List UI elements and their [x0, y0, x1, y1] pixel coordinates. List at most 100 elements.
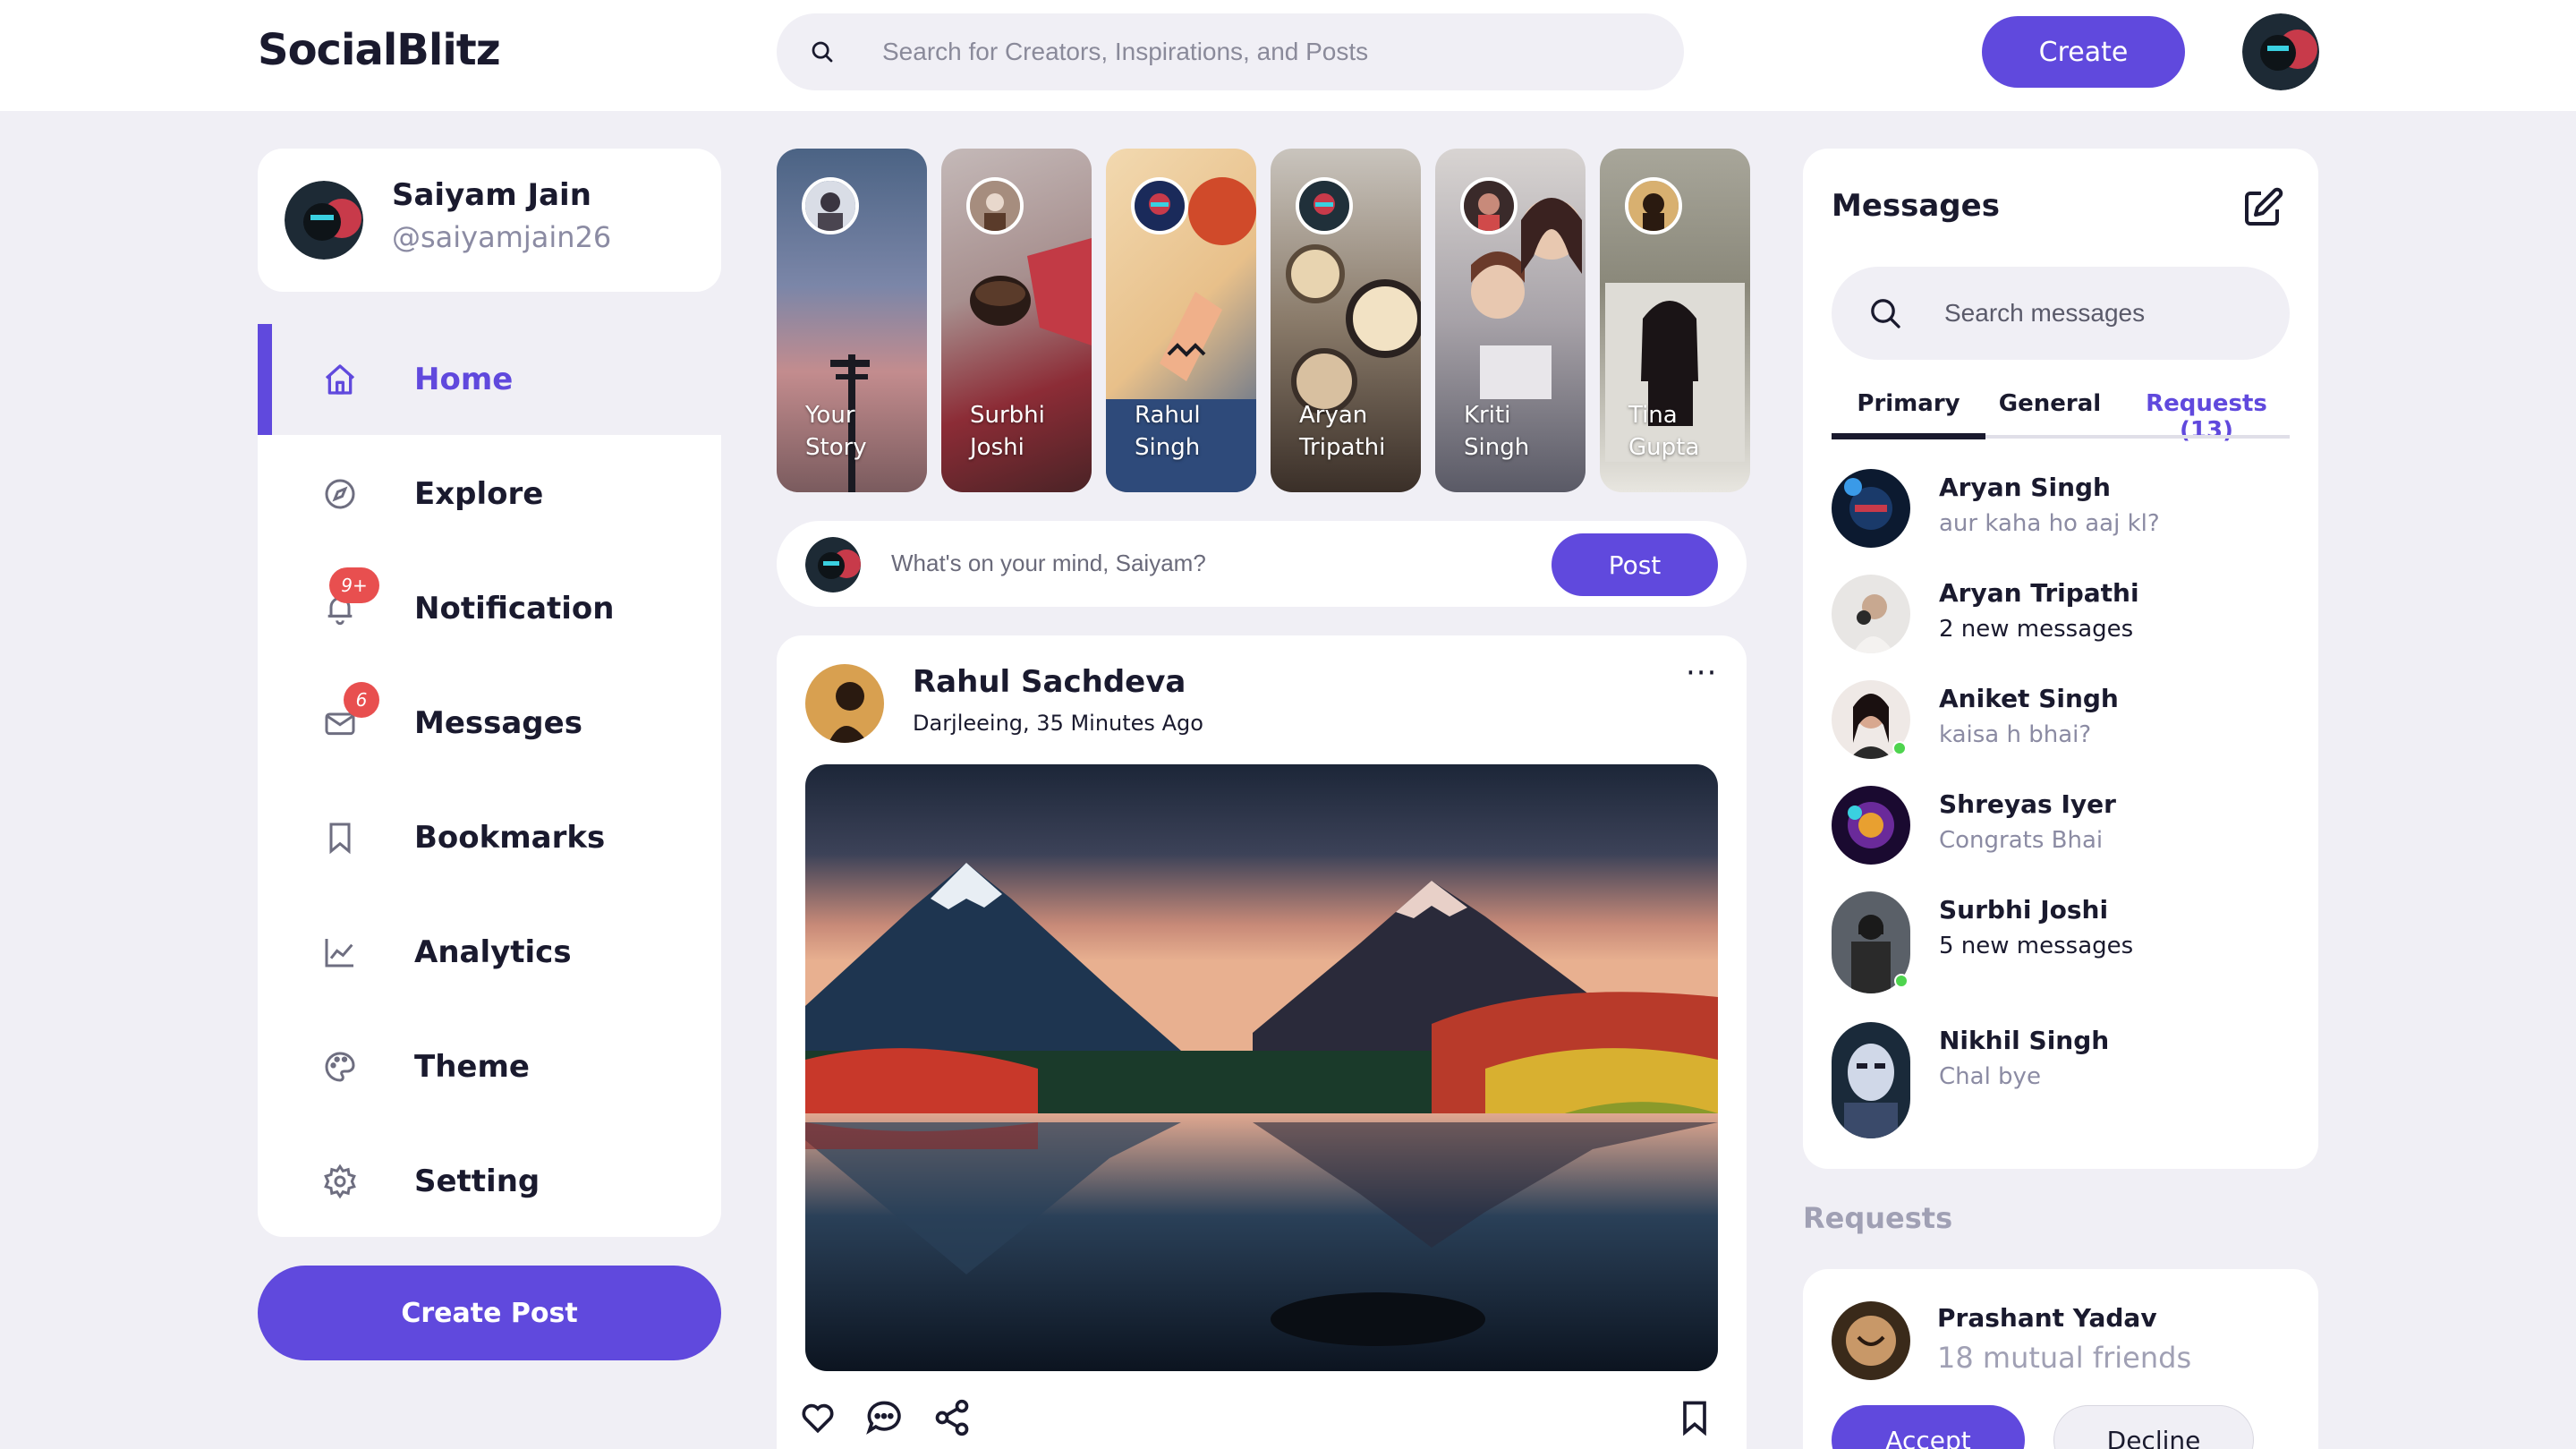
message-avatar: [1832, 469, 1910, 548]
gear-icon: [324, 1163, 356, 1199]
story-avatar: [1625, 177, 1682, 234]
request-mutual: 18 mutual friends: [1937, 1341, 2192, 1375]
post-image[interactable]: [805, 764, 1718, 1371]
messages-badge: 6: [344, 682, 379, 718]
message-search[interactable]: [1832, 267, 2290, 360]
composer-avatar: [805, 537, 861, 592]
search-icon: [1871, 299, 1900, 328]
sidebar-item-label: Setting: [414, 1163, 540, 1199]
post-composer[interactable]: What's on your mind, Saiyam? Post: [777, 521, 1747, 607]
message-avatar: [1832, 786, 1910, 865]
story-name: Your Story: [805, 402, 867, 461]
palette-icon: [325, 1052, 355, 1082]
message-item[interactable]: Surbhi Joshi 5 new messages: [1832, 891, 2290, 993]
story-card[interactable]: Rahul Singh: [1106, 149, 1256, 492]
story-avatar: [1460, 177, 1518, 234]
story-card[interactable]: Kriti Singh: [1435, 149, 1586, 492]
app-logo[interactable]: SocialBlitz: [258, 25, 501, 75]
sidebar-item-home[interactable]: Home: [258, 324, 721, 435]
story-name: Tina Gupta: [1628, 402, 1700, 461]
sidebar-item-bookmarks[interactable]: Bookmarks: [258, 782, 721, 893]
sidebar-item-notification[interactable]: 9+ Notification: [258, 553, 721, 664]
share-icon[interactable]: [932, 1398, 972, 1437]
profile-card[interactable]: Saiyam Jain @saiyamjain26: [258, 149, 721, 292]
chart-icon: [325, 939, 353, 967]
notification-badge: 9+: [329, 567, 379, 603]
message-item[interactable]: Aniket Singh kaisa h bhai?: [1832, 680, 2290, 779]
post-button[interactable]: Post: [1552, 533, 1718, 596]
online-indicator: [1892, 741, 1907, 755]
create-button[interactable]: Create: [1982, 16, 2185, 88]
message-search-input[interactable]: [1944, 267, 2266, 360]
global-search[interactable]: [777, 13, 1684, 90]
composer-input[interactable]: What's on your mind, Saiyam?: [891, 550, 1206, 577]
post-meta: Darjleeing, 35 Minutes Ago: [913, 711, 1203, 736]
bookmark-post-icon[interactable]: [1675, 1398, 1714, 1437]
comment-icon[interactable]: [864, 1398, 904, 1437]
message-sender: Aryan Singh: [1939, 473, 2111, 502]
feed-post: Rahul Sachdeva Darjleeing, 35 Minutes Ag…: [777, 635, 1747, 1449]
message-sender: Aniket Singh: [1939, 684, 2119, 713]
story-card[interactable]: Your Story: [777, 149, 927, 492]
like-icon[interactable]: [798, 1398, 837, 1437]
tab-general[interactable]: General: [1985, 390, 2114, 417]
profile-handle: @saiyamjain26: [392, 220, 612, 254]
post-author-name[interactable]: Rahul Sachdeva: [913, 664, 1186, 700]
message-preview: Congrats Bhai: [1939, 827, 2104, 854]
sidebar-item-theme[interactable]: Theme: [258, 1011, 721, 1122]
sidebar-item-analytics[interactable]: Analytics: [258, 897, 721, 1008]
message-avatar: [1832, 575, 1910, 653]
tab-active-indicator: [1832, 433, 1985, 439]
sidebar-item-label: Messages: [414, 705, 582, 741]
sidebar-item-label: Theme: [414, 1049, 530, 1085]
sidebar-item-messages[interactable]: 6 Messages: [258, 668, 721, 779]
message-preview: kaisa h bhai?: [1939, 721, 2092, 748]
message-preview: aur kaha ho aaj kl?: [1939, 510, 2160, 537]
message-item[interactable]: Aryan Tripathi 2 new messages: [1832, 575, 2290, 673]
sidebar-item-label: Bookmarks: [414, 820, 606, 856]
request-avatar: [1832, 1301, 1910, 1380]
message-item[interactable]: Shreyas Iyer Congrats Bhai: [1832, 786, 2290, 884]
compass-icon: [325, 479, 355, 509]
compose-message-icon[interactable]: [2241, 186, 2284, 229]
message-preview: 2 new messages: [1939, 616, 2134, 643]
story-card[interactable]: Surbhi Joshi: [941, 149, 1092, 492]
story-name: Aryan Tripathi: [1299, 402, 1386, 461]
request-name[interactable]: Prashant Yadav: [1937, 1303, 2157, 1333]
requests-heading: Requests: [1803, 1201, 1953, 1235]
sidebar-item-label: Home: [414, 362, 514, 397]
story-avatar: [1296, 177, 1353, 234]
post-author-avatar[interactable]: [805, 664, 884, 743]
messages-title: Messages: [1832, 188, 2000, 224]
sidebar-item-explore[interactable]: Explore: [258, 439, 721, 550]
message-preview: Chal bye: [1939, 1063, 2041, 1090]
message-sender: Aryan Tripathi: [1939, 578, 2139, 608]
message-item[interactable]: Aryan Singh aur kaha ho aaj kl?: [1832, 469, 2290, 567]
story-avatar: [1131, 177, 1188, 234]
message-sender: Surbhi Joshi: [1939, 895, 2109, 925]
decline-button[interactable]: Decline: [2053, 1405, 2254, 1449]
sidebar-menu: Home Explore 9+ Notification 6 Messages …: [258, 324, 721, 1237]
create-post-button[interactable]: Create Post: [258, 1266, 721, 1360]
sidebar-item-label: Notification: [414, 591, 615, 626]
sidebar-item-label: Analytics: [414, 934, 572, 970]
global-search-input[interactable]: [882, 13, 1652, 90]
accept-button[interactable]: Accept: [1832, 1405, 2025, 1449]
friend-request-card: Prashant Yadav 18 mutual friends Accept …: [1803, 1269, 2318, 1449]
search-icon: [812, 41, 833, 63]
sidebar-item-label: Explore: [414, 476, 544, 512]
message-avatar: [1832, 1022, 1910, 1138]
story-name: Rahul Singh: [1135, 402, 1201, 461]
messages-panel: Messages Primary General Requests (13) A…: [1803, 149, 2318, 1169]
story-avatar: [966, 177, 1024, 234]
more-options-icon[interactable]: ···: [1686, 655, 1717, 691]
message-item[interactable]: Nikhil Singh Chal bye: [1832, 1022, 2290, 1138]
story-name: Kriti Singh: [1464, 402, 1530, 461]
sidebar-item-setting[interactable]: Setting: [258, 1126, 721, 1237]
story-card[interactable]: Aryan Tripathi: [1271, 149, 1421, 492]
story-avatar: [802, 177, 859, 234]
story-card[interactable]: Tina Gupta: [1600, 149, 1750, 492]
online-indicator: [1894, 974, 1909, 988]
tab-primary[interactable]: Primary: [1835, 390, 1982, 417]
user-avatar[interactable]: [2242, 13, 2319, 90]
